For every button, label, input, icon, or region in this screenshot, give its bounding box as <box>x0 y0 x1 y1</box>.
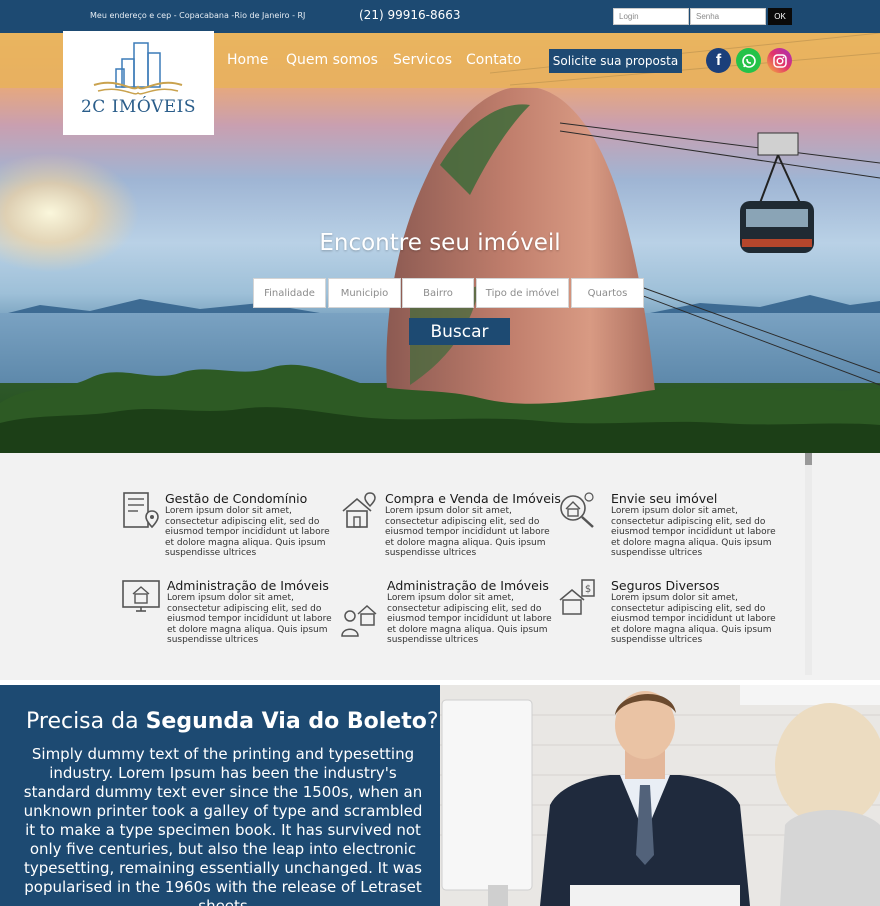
service-title: Envie seu imóvel <box>611 491 718 506</box>
nav-contact[interactable]: Contato <box>466 52 521 68</box>
service-title: Administração de Imóveis <box>167 578 329 593</box>
nav-home[interactable]: Home <box>227 52 268 68</box>
service-description: Lorem ipsum dolor sit amet, consectetur … <box>165 506 330 559</box>
house-location-icon <box>342 492 376 528</box>
building-document-icon <box>123 492 159 529</box>
filter-bedrooms[interactable]: Quartos <box>571 278 644 308</box>
service-card[interactable]: Envie seu imóvel Lorem ipsum dolor sit a… <box>558 491 788 561</box>
service-card[interactable]: Compra e Venda de Imóveis Lorem ipsum do… <box>340 491 561 561</box>
filter-property-type[interactable]: Tipo de imóvel <box>476 278 569 308</box>
password-input[interactable] <box>690 8 766 25</box>
service-description: Lorem ipsum dolor sit amet, consectetur … <box>385 506 550 559</box>
address-text: Meu endereço e cep - Copacabana -Rio de … <box>90 11 306 20</box>
boleto-title-bold[interactable]: Segunda Via do Boleto <box>146 709 427 734</box>
buildings-logo-icon <box>93 42 183 95</box>
service-title: Gestão de Condomínio <box>165 491 308 506</box>
forest-foreground <box>0 364 880 453</box>
logo-text: 2C IMÓVEIS <box>80 97 197 117</box>
service-description: Lorem ipsum dolor sit amet, consectetur … <box>611 506 776 559</box>
service-title: Administração de Imóveis <box>387 578 549 593</box>
boleto-title-prefix: Precisa da <box>26 709 146 734</box>
boleto-title: Precisa da Segunda Via do Boleto? <box>26 709 439 734</box>
service-card[interactable]: Administração de Imóveis Lorem ipsum dol… <box>340 578 555 648</box>
nav-services[interactable]: Servicos <box>393 52 452 68</box>
boleto-section: Precisa da Segunda Via do Boleto? Simply… <box>0 685 440 906</box>
svg-text:$: $ <box>585 584 591 595</box>
search-button[interactable]: Buscar <box>409 318 510 345</box>
filter-purpose[interactable]: Finalidade <box>253 278 326 308</box>
hero-title: Encontre seu imóveil <box>319 230 561 256</box>
service-description: Lorem ipsum dolor sit amet, consectetur … <box>611 593 776 646</box>
filter-municipality[interactable]: Municipio <box>328 278 401 308</box>
site-logo[interactable]: 2C IMÓVEIS <box>63 31 214 135</box>
boleto-title-suffix: ? <box>426 709 439 734</box>
service-card[interactable]: $ Seguros Diversos Lorem ipsum dolor sit… <box>558 578 788 648</box>
top-bar: Meu endereço e cep - Copacabana -Rio de … <box>0 0 880 33</box>
service-description: Lorem ipsum dolor sit amet, consectetur … <box>167 593 332 646</box>
filter-neighborhood[interactable]: Bairro <box>402 278 474 308</box>
nav-about[interactable]: Quem somos <box>286 52 378 68</box>
login-input[interactable] <box>613 8 689 25</box>
house-search-icon <box>560 492 594 528</box>
house-dollar-icon: $ <box>559 579 595 615</box>
boleto-description: Simply dummy text of the printing and ty… <box>23 745 423 906</box>
facebook-icon[interactable]: f <box>706 48 731 73</box>
login-ok-button[interactable]: OK <box>768 8 792 25</box>
scrollbar-thumb[interactable] <box>805 453 812 465</box>
service-title: Seguros Diversos <box>611 578 720 593</box>
service-title: Compra e Venda de Imóveis <box>385 491 561 506</box>
scrollbar-track[interactable] <box>805 465 812 675</box>
businessman-photo <box>440 685 880 906</box>
service-description: Lorem ipsum dolor sit amet, consectetur … <box>387 593 552 646</box>
phone-number: (21) 99916-8663 <box>359 8 461 22</box>
house-monitor-icon <box>122 580 160 612</box>
request-proposal-button[interactable]: Solicite sua proposta <box>549 49 682 73</box>
whatsapp-glyph-icon <box>741 53 756 68</box>
service-card[interactable]: Administração de Imóveis Lorem ipsum dol… <box>122 578 337 648</box>
whatsapp-icon[interactable] <box>736 48 761 73</box>
agent-house-icon <box>341 604 377 637</box>
instagram-icon[interactable] <box>767 48 792 73</box>
service-card[interactable]: Gestão de Condomínio Lorem ipsum dolor s… <box>122 491 337 561</box>
instagram-glyph-icon <box>772 53 787 68</box>
office-photo <box>440 685 880 906</box>
